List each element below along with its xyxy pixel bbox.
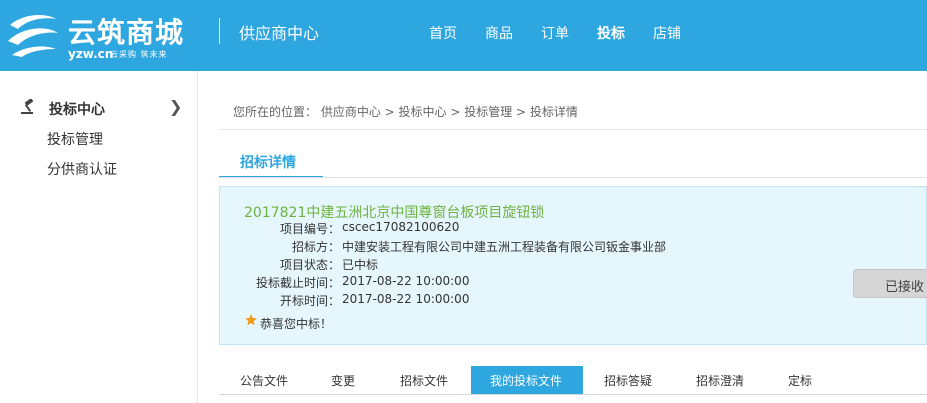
tab-label: 招标文件 xyxy=(400,374,449,388)
sidebar-item-bid-management[interactable]: 投标管理 xyxy=(47,129,103,149)
sidebar-section-label: 投标中心 xyxy=(49,102,105,118)
header-divider xyxy=(219,18,220,44)
sidebar-item-subcontractor-certification[interactable]: 分供商认证 xyxy=(47,159,117,179)
tab-tender-clarification[interactable]: 招标澄清 xyxy=(681,366,763,395)
project-info-card: 2017821中建五洲北京中国尊窗台板项目旋钮锁 项目编号： cscec1708… xyxy=(219,186,927,345)
tab-label: 变更 xyxy=(331,374,356,388)
sidebar: 投标中心 ❯ 投标管理 分供商认证 xyxy=(0,71,198,403)
field-value: cscec17082100620 xyxy=(342,220,460,234)
tab-label: 招标答疑 xyxy=(604,374,653,388)
sidebar-section-bidding-center[interactable]: 投标中心 ❯ xyxy=(20,97,185,119)
field-label: 项目编号： xyxy=(279,222,340,236)
site-logo[interactable]: 云筑商城 yzw.cn 云采购 筑未来 xyxy=(6,7,206,65)
field-value: 已中标 xyxy=(342,258,379,272)
field-label: 投标截止时间： xyxy=(255,276,340,290)
field-label: 开标时间： xyxy=(279,294,340,308)
logo-swoosh-icon xyxy=(8,15,58,57)
logo-title: 云筑商城 xyxy=(68,16,185,49)
tab-announcement-files[interactable]: 公告文件 xyxy=(219,366,301,395)
document-tabs: 公告文件 变更 招标文件 我的投标文件 招标答疑 招标澄清 定标 xyxy=(219,366,927,403)
nav-store[interactable]: 店铺 xyxy=(653,23,681,43)
logo-slogan: 云采购 筑未来 xyxy=(110,50,168,59)
gavel-icon xyxy=(21,99,34,114)
project-title: 2017821中建五洲北京中国尊窗台板项目旋钮锁 xyxy=(244,205,545,221)
tab-bid-details-label: 招标详情 xyxy=(240,155,296,171)
field-label: 招标方： xyxy=(291,240,340,254)
tab-tender-qa[interactable]: 招标答疑 xyxy=(589,366,671,395)
tabs-divider xyxy=(219,394,927,395)
tab-bid-award[interactable]: 定标 xyxy=(775,366,835,395)
tab-changes[interactable]: 变更 xyxy=(313,366,373,395)
field-value: 2017-08-22 10:00:00 xyxy=(342,274,470,288)
field-value: 2017-08-22 10:00:00 xyxy=(342,292,470,306)
received-status-label: 已接收 xyxy=(885,280,925,295)
nav-home[interactable]: 首页 xyxy=(429,23,457,43)
field-value: 中建安装工程有限公司中建五洲工程装备有限公司钣金事业部 xyxy=(342,240,667,254)
breadcrumb-divider xyxy=(219,129,927,130)
tab-divider xyxy=(219,177,927,178)
chevron-right-icon: ❯ xyxy=(169,97,183,116)
logo-domain: yzw.cn xyxy=(68,47,114,61)
tab-label: 定标 xyxy=(788,374,813,388)
supplier-center-title: 供应商中心 xyxy=(239,24,320,43)
received-status-button[interactable]: 已接收 xyxy=(853,269,927,298)
tab-my-bid-files[interactable]: 我的投标文件 xyxy=(471,366,583,395)
nav-products[interactable]: 商品 xyxy=(485,23,513,43)
nav-orders[interactable]: 订单 xyxy=(541,23,569,43)
tab-bid-details[interactable]: 招标详情 xyxy=(219,150,323,178)
star-icon xyxy=(245,314,257,326)
tab-label: 公告文件 xyxy=(240,374,289,388)
congratulations-message: 恭喜您中标！ xyxy=(260,317,333,331)
breadcrumb: 您所在的位置： 供应商中心 > 投标中心 > 投标管理 > 投标详情 xyxy=(233,103,578,120)
breadcrumb-prefix: 您所在的位置： xyxy=(233,105,318,119)
top-header: 云筑商城 yzw.cn 云采购 筑未来 供应商中心 首页 商品 订单 投标 店铺 xyxy=(0,0,927,71)
field-label: 项目状态： xyxy=(279,258,340,272)
nav-bidding[interactable]: 投标 xyxy=(597,23,625,43)
tab-label: 我的投标文件 xyxy=(490,374,563,388)
tab-label: 招标澄清 xyxy=(696,374,745,388)
breadcrumb-path[interactable]: 供应商中心 > 投标中心 > 投标管理 > 投标详情 xyxy=(321,105,578,119)
tab-tender-files[interactable]: 招标文件 xyxy=(385,366,467,395)
